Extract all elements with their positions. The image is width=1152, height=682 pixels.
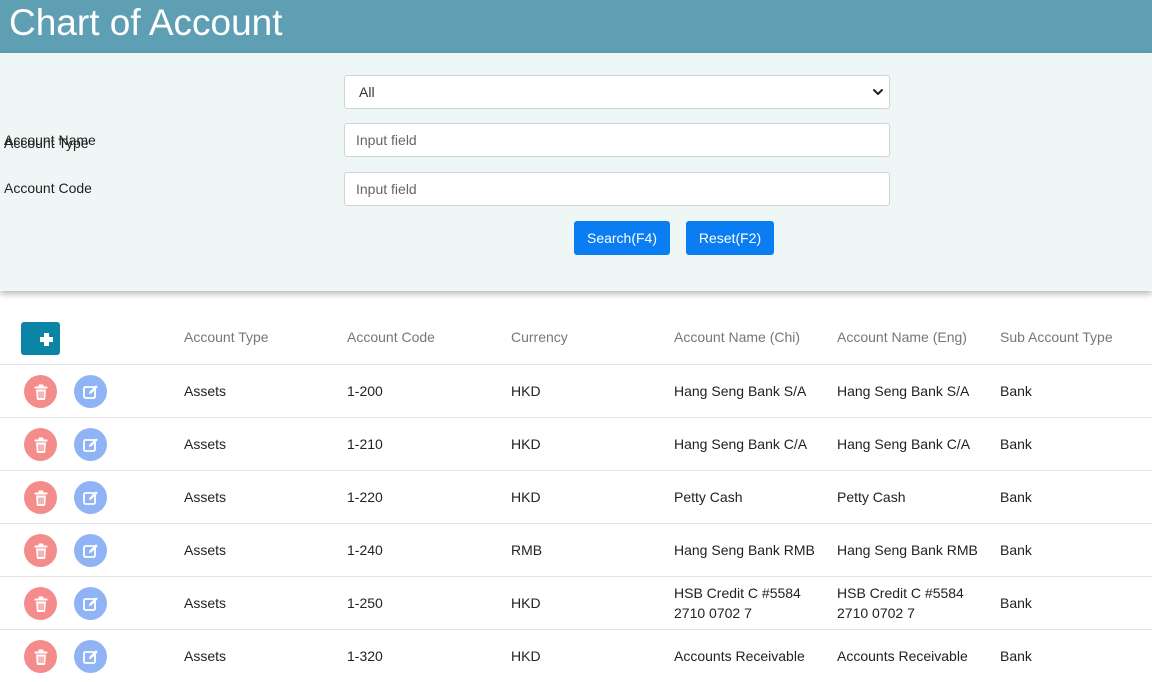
edit-icon (82, 437, 98, 452)
header-account-code: Account Code (347, 329, 435, 345)
account-type-select[interactable]: All (344, 75, 890, 109)
reset-button[interactable]: Reset(F2) (686, 221, 774, 255)
header-account-name-chi: Account Name (Chi) (674, 329, 801, 345)
trash-icon (34, 596, 47, 612)
table-row: Assets 1-210 HKD Hang Seng Bank C/A Hang Sen… (0, 418, 1152, 471)
cell-account-code: 1-200 (347, 382, 383, 399)
cell-currency: HKD (511, 488, 541, 505)
cell-account-name-eng: Hang Seng Bank C/A (837, 435, 971, 452)
edit-icon (82, 649, 98, 664)
table-row: Assets 1-220 HKD Petty Cash Petty Cash Bank (0, 471, 1152, 524)
cell-account-code: 1-320 (347, 647, 383, 664)
cell-account-name-eng: Hang Seng Bank RMB (837, 541, 978, 558)
cell-account-name-chi: Accounts Receivable (674, 647, 805, 664)
trash-icon (34, 543, 47, 559)
cell-account-name-eng: Petty Cash (837, 488, 906, 505)
delete-button[interactable] (24, 375, 57, 408)
cell-sub-account-type: Bank (1000, 541, 1032, 558)
cell-account-name-chi: Hang Seng Bank S/A (674, 382, 807, 399)
cell-account-type: Assets (184, 435, 227, 452)
header-sub-account-type: Sub Account Type (1000, 329, 1113, 345)
edit-button[interactable] (74, 587, 107, 620)
cell-account-code: 1-240 (347, 541, 383, 558)
cell-account-type: Assets (184, 647, 227, 664)
cell-account-type: Assets (184, 541, 227, 558)
cell-account-name-chi: Petty Cash (674, 488, 743, 505)
account-name-input[interactable] (344, 123, 890, 157)
account-type-selected-value: All (359, 84, 375, 100)
trash-icon (34, 437, 47, 453)
cell-currency: RMB (511, 541, 543, 558)
cell-account-code: 1-210 (347, 435, 383, 452)
search-button[interactable]: Search(F4) (574, 221, 670, 255)
cell-account-name-eng: Accounts Receivable (837, 647, 968, 664)
cell-account-name-eng: HSB Credit C #5584 2710 0702 7 (837, 584, 964, 621)
account-name-label: Account Name (4, 132, 96, 148)
cell-sub-account-type: Bank (1000, 647, 1032, 664)
edit-icon (82, 490, 98, 505)
table-row: Assets 1-240 RMB Hang Seng Bank RMB Hang Sen… (0, 524, 1152, 577)
edit-icon (82, 384, 98, 399)
table-header: Account Type Account Code Currency Accou… (0, 312, 1152, 365)
cell-account-type: Assets (184, 594, 227, 611)
header-account-name-eng: Account Name (Eng) (837, 329, 967, 345)
filter-panel: Account Type All Account Name Account Co… (0, 53, 1152, 291)
account-code-input[interactable] (344, 172, 890, 206)
header-account-type: Account Type (184, 329, 269, 345)
chevron-down-icon (873, 89, 883, 95)
account-code-label: Account Code (4, 180, 92, 196)
cell-sub-account-type: Bank (1000, 594, 1032, 611)
cell-sub-account-type: Bank (1000, 382, 1032, 399)
delete-button[interactable] (24, 587, 57, 620)
edit-icon (82, 596, 98, 611)
cell-account-code: 1-220 (347, 488, 383, 505)
delete-button[interactable] (24, 481, 57, 514)
table-row: Assets 1-320 HKD Accounts Receivable Account… (0, 630, 1152, 682)
delete-button[interactable] (24, 534, 57, 567)
edit-button[interactable] (74, 640, 107, 673)
cell-account-type: Assets (184, 488, 227, 505)
table-body: Assets 1-200 HKD Hang Seng Bank S/A Hang Sen… (0, 365, 1152, 682)
header-currency: Currency (511, 329, 568, 345)
cell-currency: HKD (511, 435, 541, 452)
cell-account-name-chi: Hang Seng Bank RMB (674, 541, 815, 558)
cell-account-code: 1-250 (347, 594, 383, 611)
trash-icon (34, 384, 47, 400)
cell-account-type: Assets (184, 382, 227, 399)
edit-button[interactable] (74, 375, 107, 408)
edit-button[interactable] (74, 534, 107, 567)
cell-account-name-chi: HSB Credit C #5584 2710 0702 7 (674, 584, 801, 621)
edit-icon (82, 543, 98, 558)
cell-account-name-chi: Hang Seng Bank C/A (674, 435, 808, 452)
cell-currency: HKD (511, 647, 541, 664)
table-row: Assets 1-250 HKD HSB Credit C #5584 2710 07… (0, 577, 1152, 630)
plus-icon (40, 333, 53, 346)
cell-currency: HKD (511, 594, 541, 611)
table-row: Assets 1-200 HKD Hang Seng Bank S/A Hang Sen… (0, 365, 1152, 418)
page-title: Chart of Account (9, 2, 283, 43)
edit-button[interactable] (74, 481, 107, 514)
trash-icon (34, 649, 47, 665)
delete-button[interactable] (24, 428, 57, 461)
cell-sub-account-type: Bank (1000, 488, 1032, 505)
cell-account-name-eng: Hang Seng Bank S/A (837, 382, 970, 399)
cell-currency: HKD (511, 382, 541, 399)
cell-sub-account-type: Bank (1000, 435, 1032, 452)
page-header: Chart of Account (0, 0, 1152, 53)
accounts-table: Account Type Account Code Currency Accou… (0, 312, 1152, 682)
trash-icon (34, 490, 47, 506)
delete-button[interactable] (24, 640, 57, 673)
add-account-button[interactable] (21, 322, 60, 355)
edit-button[interactable] (74, 428, 107, 461)
